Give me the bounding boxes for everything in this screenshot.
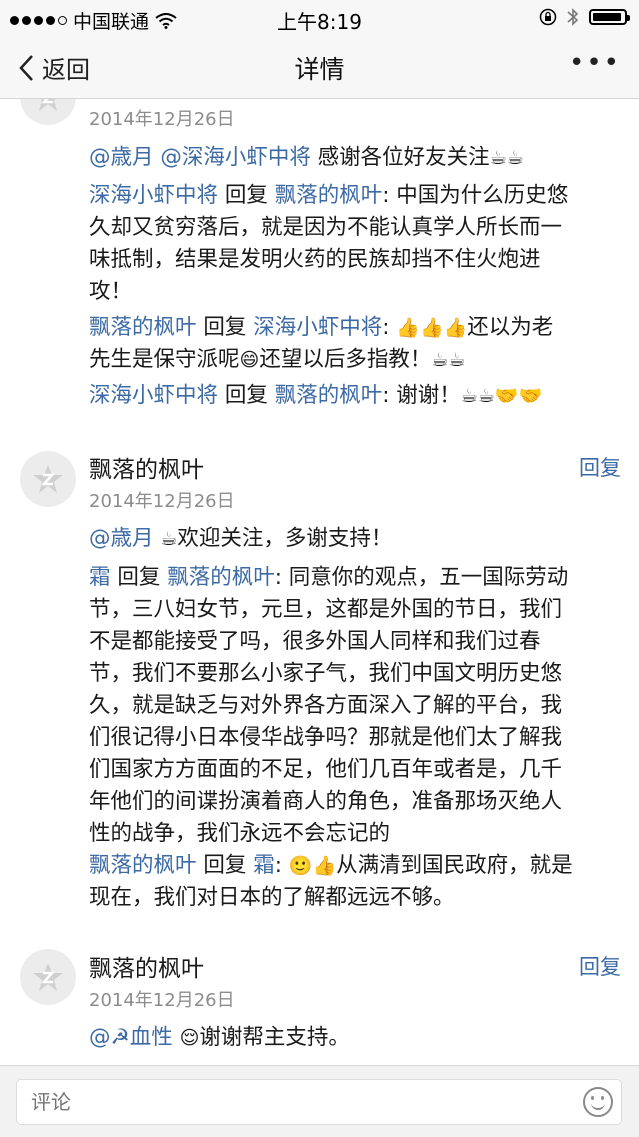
reply-text: 味抵制，结果是发明火药的民族却挡不住火炮进 <box>89 247 541 272</box>
comment-date: 2014年12月26日 <box>89 990 235 1011</box>
coffee-emoji: ☕ <box>160 528 178 550</box>
user-link[interactable]: 飘落的枫叶 <box>275 383 383 408</box>
comment-bar <box>0 1065 639 1137</box>
reply-button[interactable]: 回复 <box>579 951 621 981</box>
reply-text: 现在，我们对日本的了解都远远不够。 <box>89 885 455 910</box>
reply-text: 年他们的间谍扮演着商人的角色，准备那场灭绝人 <box>89 789 563 814</box>
user-link[interactable]: 霜 <box>89 565 111 590</box>
status-right <box>539 7 630 27</box>
coffee-emoji: ☕☕ <box>489 147 524 169</box>
reply-text: 们很记得小日本侵华战争吗？那就是他们太了解我 <box>89 725 563 750</box>
reply-text: 性的战争，我们永远不会忘记的 <box>89 821 391 846</box>
more-icon[interactable]: ••• <box>569 48 621 78</box>
battery-icon <box>589 9 630 25</box>
grin-emoji: 😄 <box>239 349 260 371</box>
bluetooth-icon <box>567 8 579 26</box>
relieved-emoji: 😌 <box>179 1027 200 1049</box>
user-link[interactable]: 飘落的枫叶 <box>89 315 197 340</box>
page-title: 详情 <box>294 55 345 84</box>
status-bar: 中国联通 上午8:19 <box>0 0 639 36</box>
user-link[interactable]: 深海小虾中将 <box>89 183 218 208</box>
mention-link[interactable]: @歳月 <box>89 526 160 551</box>
reply-line: 飘落的枫叶 回复 深海小虾中将: 👍👍👍还以为老 <box>89 315 554 340</box>
reply-text: 节，三八妇女节，元旦，这都是外国的节日，我们 <box>89 597 563 622</box>
reply-text: 不是都能接受了吗，很多外国人同样和我们过春 <box>89 629 541 654</box>
comment-input[interactable] <box>16 1079 622 1125</box>
emoji-icon[interactable] <box>583 1087 613 1117</box>
avatar[interactable] <box>20 949 76 1005</box>
reply-line: @歳月 @深海小虾中将 感谢各位好友关注☕☕ <box>89 145 524 170</box>
avatar[interactable] <box>20 451 76 507</box>
user-link[interactable]: 飘落的枫叶 <box>167 565 275 590</box>
reply-line: 深海小虾中将 回复 飘落的枫叶: 中国为什么历史悠 <box>89 183 569 208</box>
avatar-placeholder-icon <box>39 99 57 111</box>
mention-link[interactable]: @☭血性 <box>89 1025 180 1050</box>
orientation-lock-icon <box>539 8 557 26</box>
reply-text: 们国家方方面面的不足，他们几百年或者是，几千 <box>89 757 563 782</box>
user-link[interactable]: 深海小虾中将 <box>89 383 218 408</box>
reply-button[interactable]: 回复 <box>579 452 621 482</box>
comment-date: 2014年12月26日 <box>89 491 235 512</box>
avatar[interactable] <box>20 99 76 125</box>
reply-line: 深海小虾中将 回复 飘落的枫叶: 谢谢！☕☕🤝🤝 <box>89 383 543 408</box>
user-link[interactable]: 深海小虾中将 <box>253 315 382 340</box>
user-link[interactable]: 飘落的枫叶 <box>275 183 383 208</box>
reply-line: 先生是保守派呢😄还望以后多指教！☕☕ <box>89 347 466 372</box>
avatar-placeholder-icon <box>33 465 63 493</box>
reply-line: @☭血性 😌谢谢帮主支持。 <box>89 1025 350 1050</box>
reply-line: 霜 回复 飘落的枫叶: 同意你的观点，五一国际劳动 <box>89 565 569 590</box>
comment-list: 2014年12月26日 @歳月 @深海小虾中将 感谢各位好友关注☕☕ 深海小虾中… <box>0 99 639 1065</box>
reply-line: 飘落的枫叶 回复 霜: 🙂👍从满清到国民政府，就是 <box>89 853 573 878</box>
coffee-emoji: ☕☕ <box>431 349 466 371</box>
nav-bar: 返回 详情 ••• <box>0 36 639 99</box>
user-link[interactable]: 飘落的枫叶 <box>89 853 197 878</box>
mention-link[interactable]: @歳月 @深海小虾中将 <box>89 145 318 170</box>
thumbs-up-emoji: 👍👍👍 <box>396 317 468 339</box>
reply-text: 久却又贫穷落后，就是因为不能认真学人所长而一 <box>89 215 563 240</box>
comment-author[interactable]: 飘落的枫叶 <box>89 949 204 983</box>
comment-date: 2014年12月26日 <box>89 109 235 130</box>
coffee-handshake-emoji: ☕☕🤝🤝 <box>460 385 543 407</box>
comment-author[interactable]: 飘落的枫叶 <box>89 450 204 484</box>
reply-text: 节，我们不要那么小家子气，我们中国文明历史悠 <box>89 661 563 686</box>
reply-line: @歳月 ☕欢迎关注，多谢支持！ <box>89 526 393 551</box>
reply-text: 攻！ <box>89 279 133 304</box>
avatar-placeholder-icon <box>33 963 63 991</box>
smile-thumbs-emoji: 🙂👍 <box>288 855 337 877</box>
user-link[interactable]: 霜 <box>253 853 275 878</box>
reply-text: 久，就是缺乏与对外界各方面深入了解的平台，我 <box>89 693 563 718</box>
